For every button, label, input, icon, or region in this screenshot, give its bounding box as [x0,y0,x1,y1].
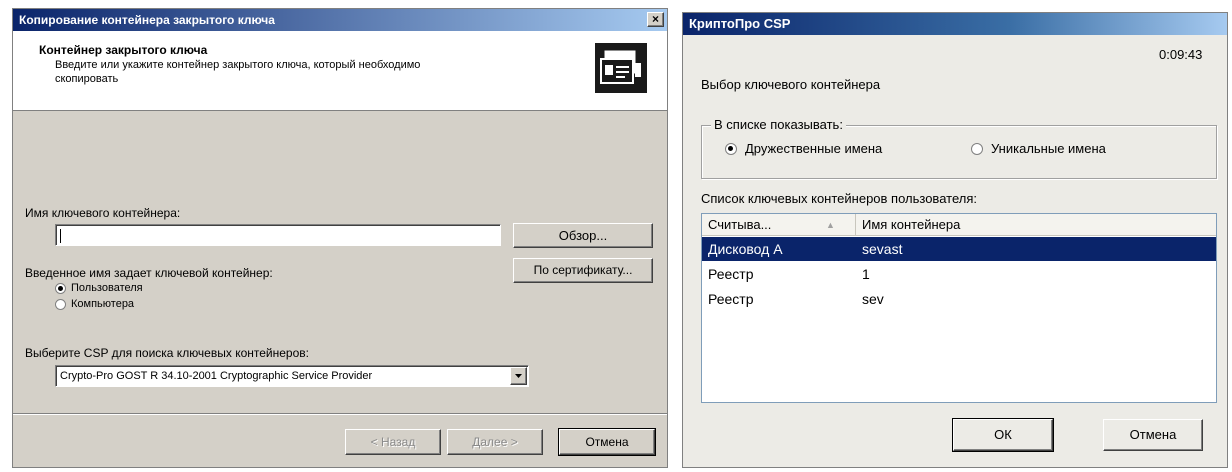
close-icon[interactable]: × [647,12,664,27]
row-container-name: sevast [862,241,903,257]
csp-label: Выберите CSP для поиска ключевых контейн… [25,346,309,360]
row-reader: Дисковод А [708,241,783,257]
next-button[interactable]: Далее > [447,429,543,455]
radio-unique-names-label[interactable]: Уникальные имена [991,141,1106,156]
csp-select[interactable]: Crypto-Pro GOST R 34.10-2001 Cryptograph… [55,365,529,387]
timer: 0:09:43 [1159,47,1203,62]
table-row[interactable]: Дисковод А sevast [702,237,1216,261]
copy-container-dialog: Копирование контейнера закрытого ключа ×… [12,8,668,468]
text-cursor [60,228,61,243]
right-cancel-button[interactable]: Отмена [1103,419,1203,451]
select-container-heading: Выбор ключевого контейнера [701,77,881,92]
radio-friendly-names[interactable] [725,143,737,155]
container-list-label: Список ключевых контейнеров пользователя… [701,191,977,206]
row-reader: Реестр [708,266,754,282]
browse-button[interactable]: Обзор... [513,223,653,248]
right-title-bar: КриптоПро CSP [683,13,1227,35]
radio-unique-names[interactable] [971,143,983,155]
column-header-reader[interactable]: Считыва... ▲ [702,214,856,236]
table-row[interactable]: Реестр 1 [702,262,1216,286]
right-dialog-title: КриптоПро CSP [689,16,791,31]
chevron-down-icon[interactable] [510,367,527,385]
wizard-header-desc-line1: Введите или укажите контейнер закрытого … [55,59,421,71]
column-header-name[interactable]: Имя контейнера [856,214,1216,236]
left-dialog-title: Копирование контейнера закрытого ключа [19,13,275,27]
radio-computer[interactable] [55,299,66,310]
left-cancel-button[interactable]: Отмена [558,428,656,456]
list-header: Считыва... ▲ Имя контейнера [702,214,1216,236]
container-list[interactable]: Считыва... ▲ Имя контейнера Дисковод А s… [701,213,1217,403]
csp-selected-value: Crypto-Pro GOST R 34.10-2001 Cryptograph… [60,370,373,382]
back-button[interactable]: < Назад [345,429,441,455]
bottom-separator [13,413,667,415]
by-certificate-button[interactable]: По сертификату... [513,258,653,283]
row-container-name: sev [862,291,884,307]
key-card-icon [595,43,647,93]
row-reader: Реестр [708,291,754,307]
radio-friendly-names-label[interactable]: Дружественные имена [745,141,882,156]
show-group-label: В списке показывать: [711,117,846,132]
radio-user-label[interactable]: Пользователя [71,282,143,294]
table-row[interactable]: Реестр sev [702,287,1216,311]
radio-user[interactable] [55,283,66,294]
cryptopro-csp-dialog: КриптоПро CSP 0:09:43 Выбор ключевого ко… [682,12,1228,468]
ok-button[interactable]: ОК [952,418,1054,452]
wizard-header-title: Контейнер закрытого ключа [39,43,208,57]
sort-ascending-icon: ▲ [826,220,835,230]
wizard-header-desc-line2: скопировать [55,73,119,85]
key-container-input[interactable] [55,224,501,246]
row-container-name: 1 [862,266,870,282]
scope-label: Введенное имя задает ключевой контейнер: [25,266,273,280]
radio-computer-label[interactable]: Компьютера [71,298,134,310]
wizard-header: Контейнер закрытого ключа Введите или ук… [13,31,667,111]
key-container-label: Имя ключевого контейнера: [25,206,181,220]
left-title-bar: Копирование контейнера закрытого ключа [13,9,667,31]
